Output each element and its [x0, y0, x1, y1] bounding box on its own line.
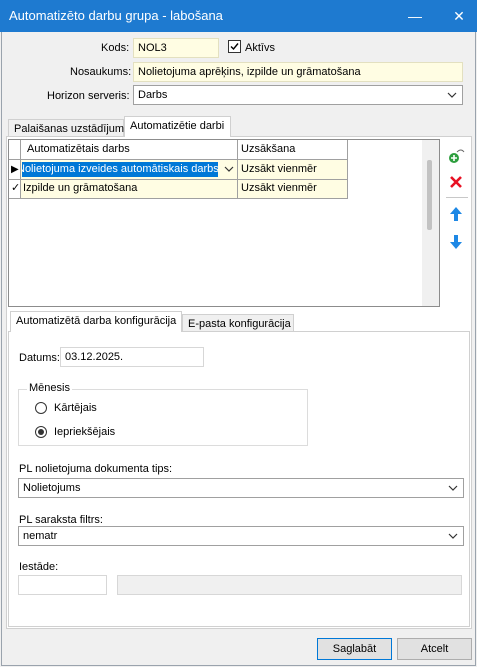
aktivs-checkbox[interactable] — [228, 40, 241, 53]
tab-epasta-konfiguracija[interactable]: E-pasta konfigurācija — [182, 314, 294, 332]
iestade-code-input[interactable] — [18, 575, 107, 595]
table-row-cell-uzsaksana[interactable]: Uzsākt vienmēr — [238, 180, 348, 199]
tab-darba-konfiguracija[interactable]: Automatizētā darba konfigurācija — [10, 311, 182, 332]
close-button[interactable]: ✕ — [441, 0, 477, 32]
nosaukums-label: Nosaukums: — [70, 66, 132, 78]
pl-doc-type-label: PL nolietojuma dokumenta tips: — [19, 463, 173, 475]
pl-doc-type-select[interactable]: Nolietojums — [18, 478, 464, 498]
pl-filter-label: PL saraksta filtrs: — [19, 514, 103, 526]
horizon-label: Horizon serveris: — [47, 90, 130, 102]
row-indicator[interactable]: ✓ — [9, 180, 21, 199]
table-row-cell-darbs[interactable]: Izpilde un grāmatošana — [21, 180, 238, 199]
pl-filter-value: nematr — [23, 530, 58, 542]
horizon-select[interactable]: Darbs — [133, 85, 463, 105]
jobs-grid: Automatizētais darbs Uzsākšana ▶ Nolieto… — [8, 139, 440, 307]
window-title: Automatizēto darbu grupa - labošana — [9, 8, 223, 23]
radio-ieprieksejais-label: Iepriekšējais — [54, 426, 116, 438]
move-down-icon[interactable] — [446, 232, 466, 252]
grid-scrollbar[interactable] — [422, 140, 439, 306]
radio-kartejais-label: Kārtējais — [54, 402, 97, 414]
selected-cell-text[interactable]: Nolietojuma izveides automātiskais darbs — [22, 162, 218, 177]
checkmark-icon — [230, 43, 239, 51]
move-up-icon[interactable] — [446, 204, 466, 224]
tab-palaisanas[interactable]: Palaišanas uzstādījumi — [8, 119, 127, 137]
tab-automatizetie-darbi[interactable]: Automatizētie darbi — [124, 116, 231, 137]
chevron-down-icon[interactable] — [222, 162, 236, 177]
radio-ieprieksejais[interactable] — [35, 426, 47, 438]
minimize-button[interactable]: — — [397, 0, 433, 32]
aktivs-label: Aktīvs — [245, 42, 275, 54]
pl-doc-type-value: Nolietojums — [23, 482, 81, 494]
scrollbar-thumb[interactable] — [427, 160, 432, 230]
menesis-group-label: Mēnesis — [27, 382, 72, 394]
kods-label: Kods: — [101, 42, 130, 54]
chevron-down-icon — [448, 533, 458, 539]
title-bar: Automatizēto darbu grupa - labošana — ✕ — [0, 0, 477, 32]
horizon-value: Darbs — [138, 89, 168, 101]
add-icon[interactable] — [446, 146, 466, 166]
iestade-label: Iestāde: — [19, 561, 59, 573]
nosaukums-input[interactable]: Nolietojuma aprēķins, izpilde un grāmato… — [133, 62, 463, 82]
pl-filter-select[interactable]: nematr — [18, 526, 464, 546]
kods-input[interactable]: NOL3 — [133, 38, 219, 58]
iestade-name-field — [117, 575, 462, 595]
chevron-down-icon — [448, 485, 458, 491]
cancel-button[interactable]: Atcelt — [397, 638, 472, 660]
table-row-cell-uzsaksana[interactable]: Uzsākt vienmēr — [238, 160, 348, 180]
save-button[interactable]: Saglabāt — [317, 638, 392, 660]
chevron-down-icon — [447, 92, 457, 98]
side-separator — [446, 197, 468, 198]
delete-icon[interactable] — [446, 172, 466, 192]
radio-kartejais[interactable] — [35, 402, 47, 414]
datums-label: Datums: — [19, 352, 60, 364]
row-indicator[interactable]: ▶ — [9, 160, 21, 180]
grid-corner — [9, 140, 21, 160]
column-header-uzsaksana[interactable]: Uzsākšana — [238, 140, 348, 160]
datums-input[interactable]: 03.12.2025. — [60, 347, 204, 367]
table-row-cell-darbs[interactable]: Nolietojuma izveides automātiskais darbs — [21, 160, 238, 180]
column-header-darbs[interactable]: Automatizētais darbs — [21, 140, 238, 160]
